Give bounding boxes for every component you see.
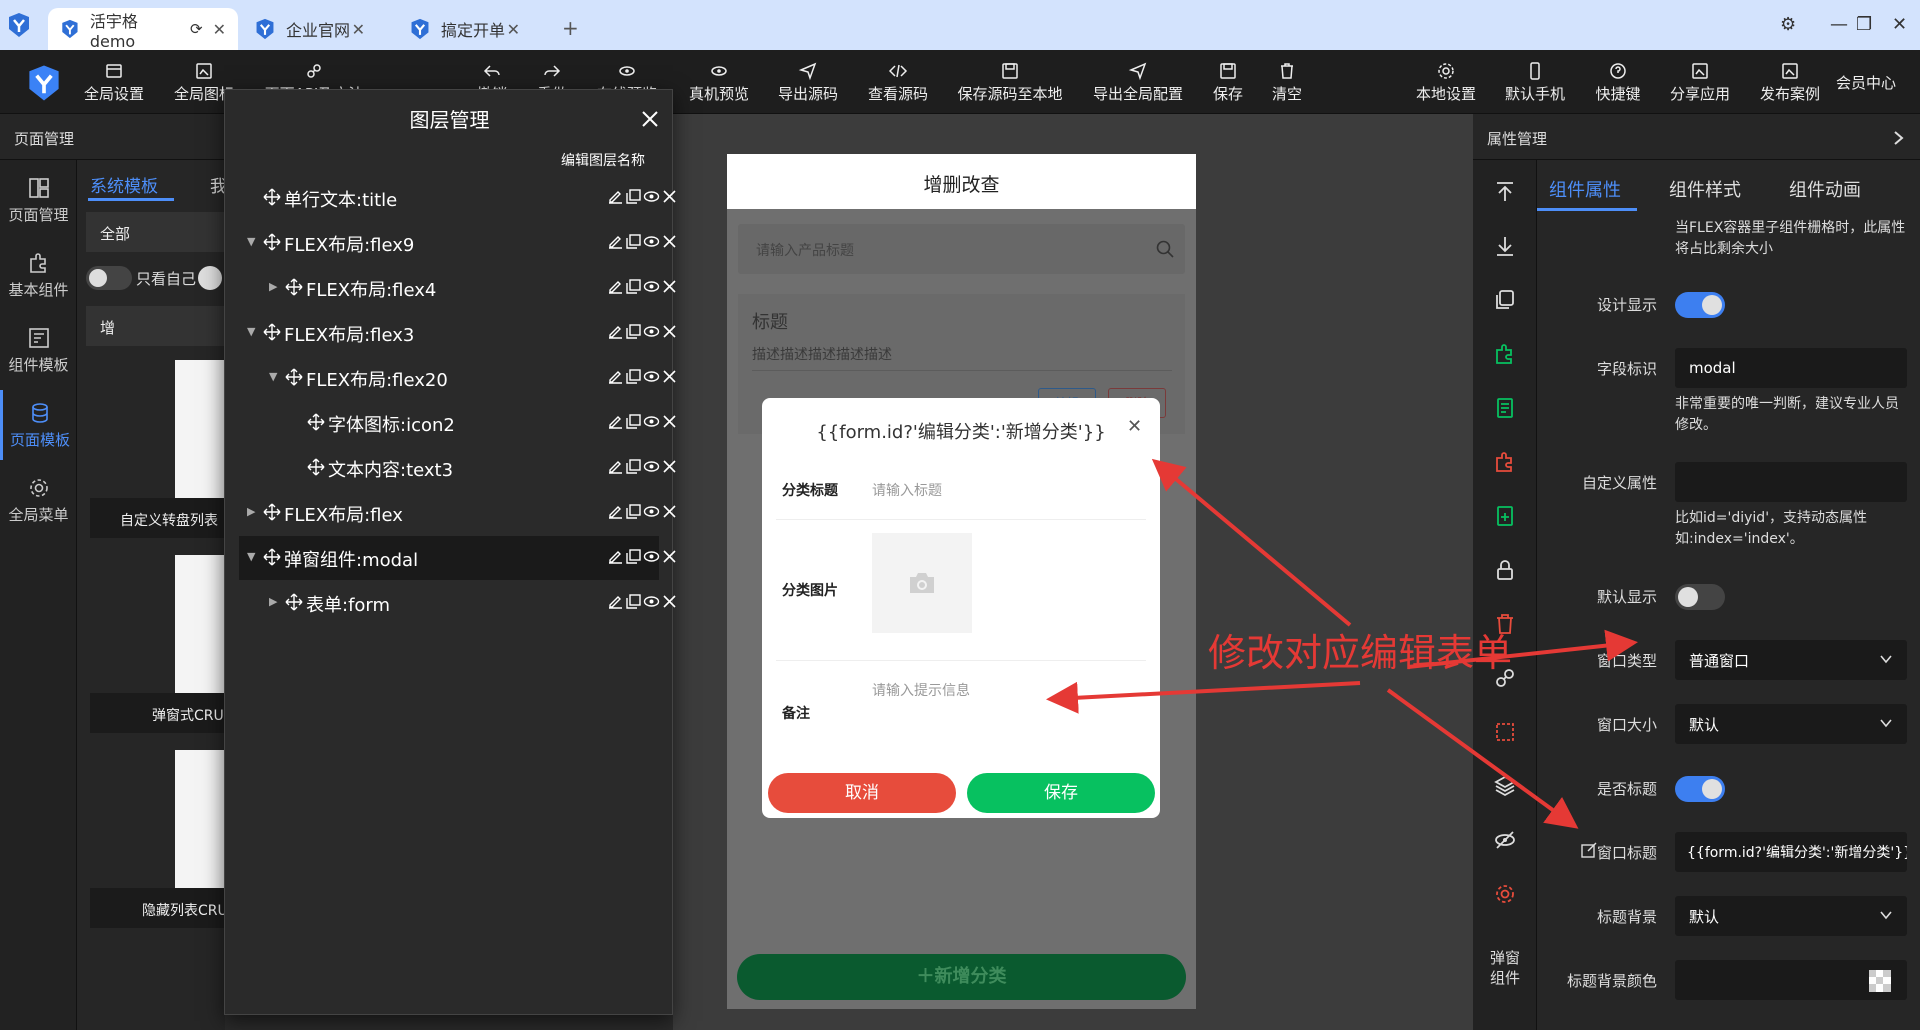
arrow-to-modal-title (1151, 458, 1352, 627)
annotation-text: 修改对应编辑表单 (1208, 631, 1513, 675)
annotation-arrows (1046, 458, 1638, 829)
arrow-to-window-title (1386, 688, 1579, 829)
arrow-to-remark (1046, 681, 1361, 714)
